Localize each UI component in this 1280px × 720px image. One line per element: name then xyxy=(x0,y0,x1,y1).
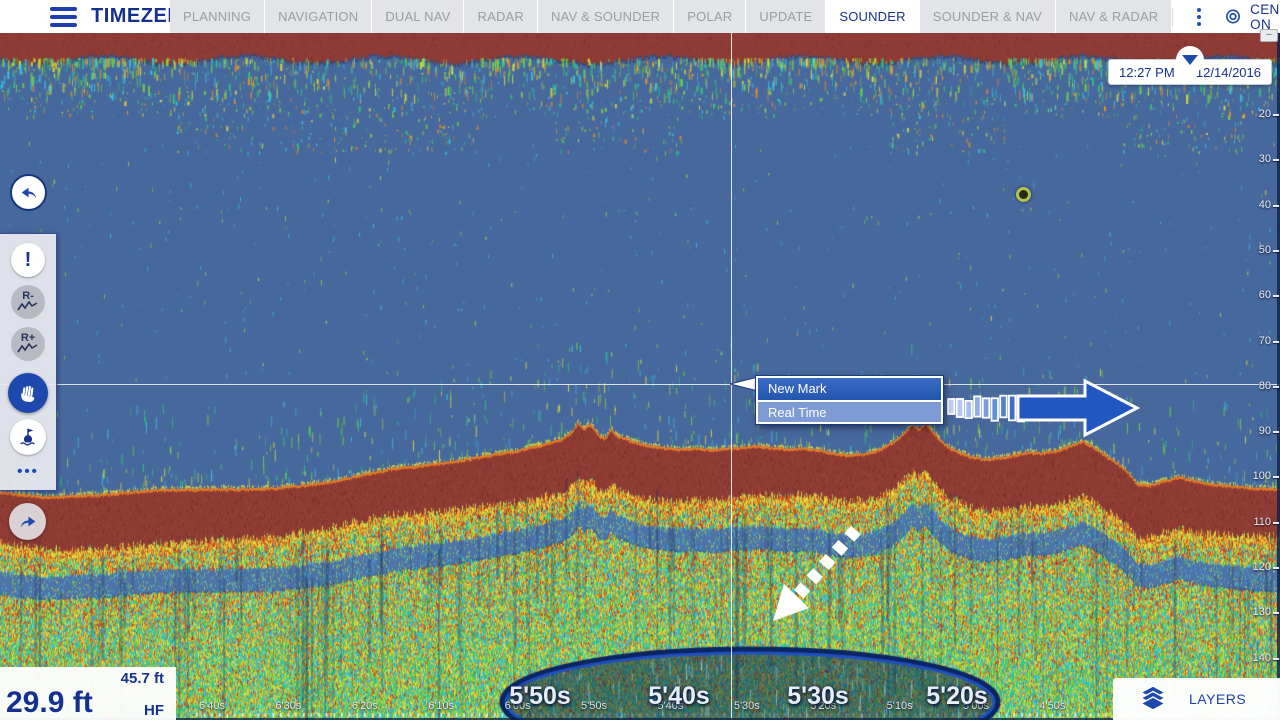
frequency-mode-label: HF xyxy=(144,702,164,719)
app-logo: TIMEZERO xyxy=(0,0,170,33)
layers-button[interactable]: LAYERS xyxy=(1113,678,1280,720)
tab-navigation[interactable]: NAVIGATION xyxy=(265,0,372,33)
workspace-tabs: PLANNINGNAVIGATIONDUAL NAVRADARNAV & SOU… xyxy=(170,0,1172,33)
time-label-minor: 5'10s xyxy=(887,700,913,712)
clock-dropdown-button[interactable] xyxy=(1176,46,1204,74)
drag-down-left-annotation-arrow xyxy=(755,515,870,630)
time-label-minor: 5'30s xyxy=(734,700,760,712)
time-label-magnified: 5'40s xyxy=(648,682,710,711)
depth-secondary-value: 45.7 ft xyxy=(121,670,164,687)
menubar-divider xyxy=(1172,8,1173,26)
tab-polar[interactable]: POLAR xyxy=(674,0,746,33)
layers-label: LAYERS xyxy=(1189,691,1246,707)
range-plus-button[interactable]: R+ xyxy=(11,327,45,361)
tab-sounder[interactable]: SOUNDER xyxy=(826,0,919,33)
time-label-magnified: 5'30s xyxy=(787,682,849,711)
minimize-button[interactable]: – xyxy=(1260,29,1278,42)
layers-icon xyxy=(1139,686,1167,712)
center-target-icon xyxy=(1225,6,1241,27)
pan-hand-tool-button[interactable] xyxy=(8,373,48,413)
tab-nav-radar[interactable]: NAV & RADAR xyxy=(1056,0,1172,33)
more-options-button[interactable] xyxy=(1191,4,1207,30)
time-label-minor: 6'20s xyxy=(352,700,378,712)
tab-dual-nav[interactable]: DUAL NAV xyxy=(372,0,464,33)
back-arrow-icon xyxy=(18,182,40,204)
range-minus-button[interactable]: R- xyxy=(11,285,45,319)
sounder-workspace: 2030405060708090100110120130140 6'40s6'3… xyxy=(0,0,1280,720)
dashed-arrow-shaft xyxy=(798,530,856,595)
context-menu-item-new-mark[interactable]: New Mark xyxy=(758,378,941,400)
redo-button[interactable] xyxy=(9,503,46,540)
center-on-button[interactable]: CENTER ON xyxy=(1225,2,1280,32)
date-display: 12/14/2016 xyxy=(1196,65,1261,80)
sounder-toolbar: ! R- R+ xyxy=(0,233,57,491)
tab-sounder-nav[interactable]: SOUNDER & NAV xyxy=(920,0,1056,33)
undo-button[interactable] xyxy=(10,174,47,211)
time-label-minor: 5'50s xyxy=(581,700,607,712)
time-label-magnified: 5'50s xyxy=(509,682,571,711)
buoy-icon xyxy=(17,426,39,448)
time-label-minor: 6'10s xyxy=(428,700,454,712)
forward-arrow-icon xyxy=(17,511,39,533)
echo-event-mark[interactable] xyxy=(1016,187,1031,202)
buoy-mark-button[interactable] xyxy=(10,419,46,455)
alert-button[interactable]: ! xyxy=(11,243,45,277)
depth-primary-value: 29.9 ft xyxy=(6,686,93,720)
main-menu-bar: TIMEZERO PLANNINGNAVIGATIONDUAL NAVRADAR… xyxy=(0,0,1280,33)
time-display: 12:27 PM xyxy=(1119,65,1175,80)
exclamation-icon: ! xyxy=(25,249,32,272)
time-label-minor: 6'40s xyxy=(199,700,225,712)
tab-planning[interactable]: PLANNING xyxy=(170,0,265,33)
time-label-magnified: 5'20s xyxy=(926,682,988,711)
hamburger-menu-icon[interactable] xyxy=(50,7,77,27)
time-label-minor: 4'50s xyxy=(1039,700,1065,712)
context-menu-item-real-time[interactable]: Real Time xyxy=(758,400,941,422)
pan-right-annotation-arrow xyxy=(940,372,1150,450)
depth-readout-panel: 29.9 ft 45.7 ft HF xyxy=(0,667,176,720)
echo-trace-icon xyxy=(17,343,39,353)
context-menu: New MarkReal Time xyxy=(756,376,943,424)
echo-trace-icon xyxy=(17,301,39,311)
arrow-dash-trail xyxy=(948,396,1024,422)
right-arrow-icon xyxy=(1018,381,1137,435)
chevron-down-icon xyxy=(1182,55,1198,65)
tab-update[interactable]: UPDATE xyxy=(746,0,826,33)
tab-nav-sounder[interactable]: NAV & SOUNDER xyxy=(538,0,674,33)
sounder-echogram-canvas[interactable] xyxy=(0,0,1280,720)
toolbar-more-button[interactable]: ••• xyxy=(17,463,39,480)
range-minus-icon: R- xyxy=(22,291,34,301)
hand-icon xyxy=(17,382,39,404)
clock-panel: 12:27 PM 12/14/2016 xyxy=(1108,59,1272,85)
tab-radar[interactable]: RADAR xyxy=(464,0,538,33)
time-label-minor: 6'30s xyxy=(275,700,301,712)
center-on-label: CENTER ON xyxy=(1250,2,1280,32)
range-plus-icon: R+ xyxy=(21,333,35,343)
